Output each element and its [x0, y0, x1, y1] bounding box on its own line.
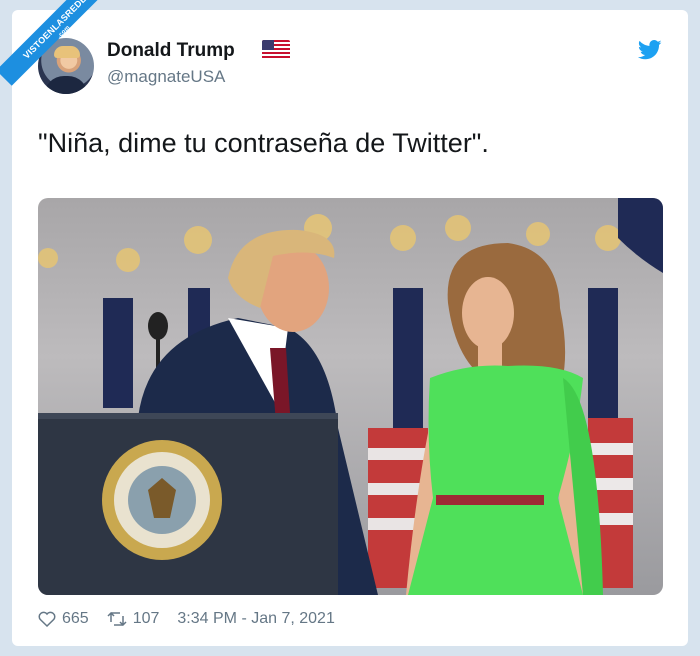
like-count: 665 [62, 610, 89, 627]
author-name[interactable]: Donald Trump [107, 40, 235, 62]
tweet-footer: 665 107 3:34 PM - Jan 7, 2021 [38, 610, 353, 628]
like-action[interactable]: 665 [38, 610, 89, 628]
avatar-suit [44, 76, 88, 94]
retweet-icon [107, 611, 127, 627]
avatar-hair [54, 46, 80, 58]
tweet-text: "Niña, dime tu contraseña de Twitter". [38, 128, 489, 158]
retweet-count: 107 [132, 610, 160, 627]
photo-illustration [38, 198, 663, 595]
author-handle[interactable]: @magnateUSA [107, 67, 225, 87]
tweet-card: Donald Trump @magnateUSA "Niña, dime tu … [12, 10, 688, 646]
retweet-action[interactable]: 107 [107, 610, 160, 628]
twitter-bird-icon[interactable] [638, 40, 662, 60]
heart-icon [38, 611, 56, 627]
us-flag-icon [262, 40, 290, 60]
tweet-photo[interactable] [38, 198, 663, 595]
timestamp[interactable]: 3:34 PM - Jan 7, 2021 [177, 610, 334, 628]
